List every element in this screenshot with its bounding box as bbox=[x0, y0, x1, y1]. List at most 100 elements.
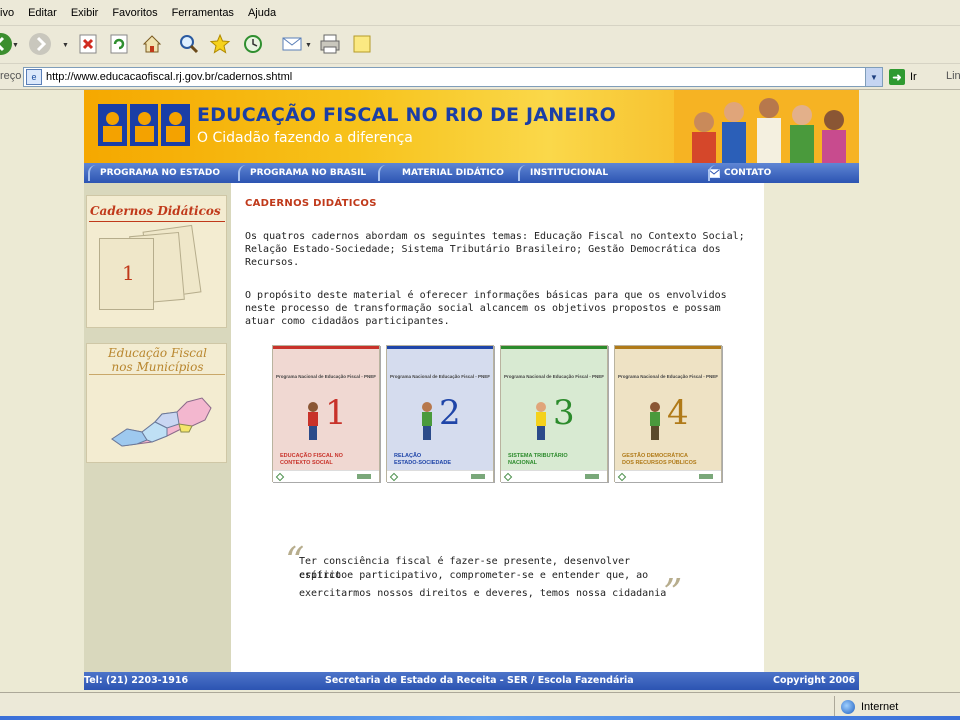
book-number: 1 bbox=[122, 261, 135, 285]
site-subtitle: O Cidadão fazendo a diferença bbox=[197, 130, 413, 146]
intro-line: Os quatros cadernos abordam os seguintes… bbox=[245, 231, 745, 242]
forward-dropdown-icon[interactable]: ▼ bbox=[62, 42, 69, 49]
home-icon[interactable] bbox=[139, 31, 165, 57]
main-nav: PROGRAMA NO ESTADO PROGRAMA NO BRASIL MA… bbox=[84, 163, 859, 183]
zone-label: Internet bbox=[861, 700, 899, 713]
menu-edit[interactable]: Editar bbox=[21, 0, 64, 26]
cover-title: EDUCAÇÃO FISCAL NO CONTEXTO SOCIAL bbox=[280, 453, 376, 467]
page-title: CADERNOS DIDÁTICOS bbox=[245, 198, 377, 209]
url-text[interactable]: http://www.educacaofiscal.rj.gov.br/cade… bbox=[46, 71, 292, 83]
left-sidebar: Cadernos Didáticos 1 Educação Fiscal nos… bbox=[84, 183, 231, 672]
cover-title-line1: GESTÃO DEMOCRÁTICA bbox=[622, 453, 688, 459]
cover-topbar bbox=[273, 346, 379, 349]
cadernos-didaticos-box[interactable]: Cadernos Didáticos 1 bbox=[86, 195, 227, 328]
refresh-icon[interactable] bbox=[106, 31, 132, 57]
address-input[interactable]: e http://www.educacaofiscal.rj.gov.br/ca… bbox=[23, 67, 883, 87]
cover-footer bbox=[387, 470, 493, 482]
site-banner: EDUCAÇÃO FISCAL NO RIO DE JANEIRO O Cida… bbox=[84, 90, 859, 163]
intro-paragraph: Os quatros cadernos abordam os seguintes… bbox=[245, 230, 755, 269]
browser-toolbar: ▼ ▼ ▼ bbox=[0, 26, 960, 64]
nav-programa-estado[interactable]: PROGRAMA NO ESTADO bbox=[84, 163, 234, 183]
intro-line: Relação Estado-Sociedade; Sistema Tribut… bbox=[245, 244, 721, 255]
cover-number: 2 bbox=[439, 393, 461, 433]
caderno-cover-3[interactable]: Programa Nacional de Educação Fiscal - P… bbox=[500, 345, 608, 482]
nav-material-didatico[interactable]: MATERIAL DIDÁTICO bbox=[374, 163, 514, 183]
students-photo bbox=[674, 90, 859, 163]
caderno-cover-1[interactable]: Programa Nacional de Educação Fiscal - P… bbox=[272, 345, 380, 482]
forward-icon[interactable] bbox=[27, 31, 53, 57]
envelope-icon bbox=[708, 168, 720, 178]
quote-line: exercitarmos nossos direitos e deveres, … bbox=[299, 588, 667, 599]
history-icon[interactable] bbox=[240, 31, 266, 57]
purpose-line: atuar como cidadãos participantes. bbox=[245, 316, 450, 327]
search-icon[interactable] bbox=[176, 31, 202, 57]
intro-line: Recursos. bbox=[245, 257, 300, 268]
page-icon: e bbox=[26, 69, 42, 85]
nav-contato[interactable]: CONTATO bbox=[704, 163, 844, 183]
caderno-cover-4[interactable]: Programa Nacional de Educação Fiscal - P… bbox=[614, 345, 722, 482]
cover-title-line2: ESTADO-SOCIEDADE bbox=[394, 460, 452, 466]
stop-icon[interactable] bbox=[75, 31, 101, 57]
cover-title-line1: EDUCAÇÃO FISCAL NO bbox=[280, 453, 343, 459]
go-label: Ir bbox=[910, 71, 917, 83]
mail-dropdown-icon[interactable]: ▼ bbox=[305, 42, 312, 49]
cover-footer bbox=[273, 470, 379, 482]
municipios-title-line2: nos Municípios bbox=[111, 360, 204, 374]
menu-view[interactable]: Exibir bbox=[64, 0, 106, 26]
cover-number: 3 bbox=[553, 393, 575, 433]
cover-title-line2: NACIONAL bbox=[508, 460, 538, 466]
cover-header: Programa Nacional de Educação Fiscal - P… bbox=[503, 374, 605, 379]
book-image: 1 bbox=[99, 238, 154, 310]
cover-title: RELAÇÃO ESTADO-SOCIEDADE bbox=[394, 453, 490, 467]
box1-divider bbox=[89, 221, 225, 222]
student-figure bbox=[422, 402, 432, 440]
nav-programa-brasil[interactable]: PROGRAMA NO BRASIL bbox=[234, 163, 374, 183]
address-dropdown-icon[interactable]: ▼ bbox=[865, 68, 882, 86]
rj-state-map bbox=[111, 397, 212, 447]
menu-help[interactable]: Ajuda bbox=[241, 0, 283, 26]
site-logo[interactable] bbox=[98, 104, 191, 146]
menu-favorites[interactable]: Favoritos bbox=[105, 0, 164, 26]
globe-icon bbox=[841, 699, 855, 714]
cover-header: Programa Nacional de Educação Fiscal - P… bbox=[389, 374, 491, 379]
print-icon[interactable] bbox=[317, 31, 343, 57]
go-button[interactable]: ➜ Ir bbox=[889, 68, 917, 86]
cover-header: Programa Nacional de Educação Fiscal - P… bbox=[275, 374, 377, 379]
purpose-line: neste processo de transformação social a… bbox=[245, 303, 721, 314]
municipios-title-line1: Educação Fiscal bbox=[108, 346, 207, 360]
mail-icon[interactable] bbox=[279, 31, 305, 57]
links-label[interactable]: Lin bbox=[946, 70, 960, 82]
edit-icon[interactable] bbox=[349, 31, 375, 57]
favorites-icon[interactable] bbox=[207, 31, 233, 57]
site-footer: Tel: (21) 2203-1916 Secretaria de Estado… bbox=[84, 672, 859, 690]
cover-topbar bbox=[387, 346, 493, 349]
cover-title: SISTEMA TRIBUTÁRIO NACIONAL bbox=[508, 453, 604, 467]
cadernos-box-title: Cadernos Didáticos bbox=[90, 204, 221, 218]
footer-phone: Tel: (21) 2203-1916 bbox=[84, 675, 189, 686]
cover-title-line1: SISTEMA TRIBUTÁRIO bbox=[508, 453, 568, 459]
municipios-box-title: Educação Fiscal nos Municípios bbox=[87, 346, 228, 374]
menu-file[interactable]: ivo bbox=[0, 0, 21, 26]
close-quote-icon: ” bbox=[663, 571, 683, 615]
purpose-line: O propósito deste material é oferecer in… bbox=[245, 290, 727, 301]
cover-footer bbox=[501, 470, 607, 482]
footer-secretaria: Secretaria de Estado da Receita - SER / … bbox=[325, 675, 634, 686]
menu-tools[interactable]: Ferramentas bbox=[165, 0, 241, 26]
cover-title-line1: RELAÇÃO bbox=[394, 453, 422, 459]
student-figure bbox=[536, 402, 546, 440]
cover-footer bbox=[615, 470, 721, 482]
quote-line: crítico e participativo, comprometer-se … bbox=[299, 570, 649, 581]
back-dropdown-icon[interactable]: ▼ bbox=[12, 42, 19, 49]
menu-bar: ivo Editar Exibir Favoritos Ferramentas … bbox=[0, 0, 960, 26]
cover-header: Programa Nacional de Educação Fiscal - P… bbox=[617, 374, 719, 379]
address-bar: reço e http://www.educacaofiscal.rj.gov.… bbox=[0, 64, 960, 90]
nav-institucional[interactable]: INSTITUCIONAL bbox=[514, 163, 704, 183]
cover-title: GESTÃO DEMOCRÁTICA DOS RECURSOS PÚBLICOS bbox=[622, 453, 718, 467]
purpose-paragraph: O propósito deste material é oferecer in… bbox=[245, 289, 755, 328]
educacao-municipios-box[interactable]: Educação Fiscal nos Municípios bbox=[86, 343, 227, 463]
caderno-cover-2[interactable]: Programa Nacional de Educação Fiscal - P… bbox=[386, 345, 494, 482]
student-figure bbox=[308, 402, 318, 440]
student-figure bbox=[650, 402, 660, 440]
go-arrow-icon: ➜ bbox=[889, 69, 905, 85]
cover-topbar bbox=[501, 346, 607, 349]
